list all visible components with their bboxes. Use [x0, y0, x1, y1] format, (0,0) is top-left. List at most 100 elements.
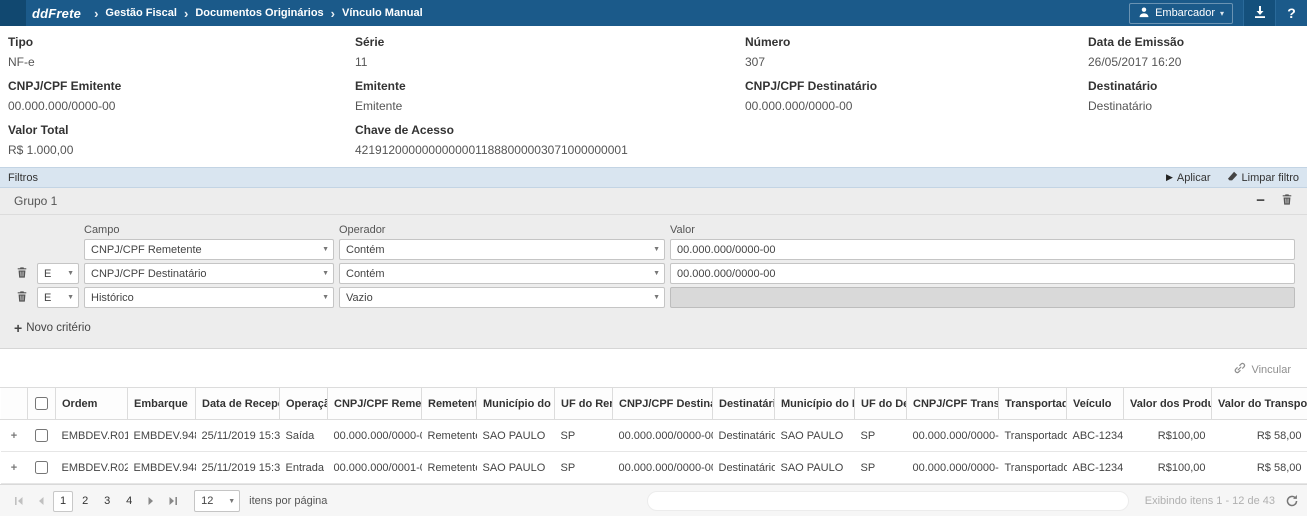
- page-button[interactable]: 3: [97, 491, 117, 512]
- add-criterion-button[interactable]: + Novo critério: [14, 322, 91, 334]
- table-cell: 00.000.000/0000-00: [907, 452, 999, 484]
- connector-select[interactable]: E ▼: [37, 263, 79, 284]
- vincular-label: Vincular: [1251, 364, 1291, 376]
- delete-group-button[interactable]: [1281, 193, 1293, 209]
- field-value: Destinatário: [1088, 99, 1297, 113]
- last-page-button[interactable]: [162, 490, 184, 512]
- table-horizontal-scrollbar[interactable]: [647, 491, 1129, 511]
- info-field: CNPJ/CPF Emitente 00.000.000/0000-00: [8, 79, 355, 113]
- row-checkbox[interactable]: [35, 461, 48, 474]
- column-header[interactable]: Operação: [280, 388, 328, 420]
- column-header[interactable]: Valor dos Produtos: [1124, 388, 1212, 420]
- table-cell: Saída: [280, 420, 328, 452]
- pager-status: Exibindo itens 1 - 12 de 43: [1145, 495, 1275, 507]
- vincular-button[interactable]: Vincular: [1233, 362, 1291, 378]
- delete-criterion-button[interactable]: [12, 290, 32, 306]
- chevron-right-icon: [324, 6, 342, 21]
- topbar: ddFrete Gestão FiscalDocumentos Originár…: [0, 0, 1307, 26]
- column-header[interactable]: Ordem: [56, 388, 128, 420]
- table-row: + EMBDEV.R01_13EMBDEV.9487725/11/2019 15…: [1, 420, 1307, 452]
- connector-select[interactable]: E ▼: [37, 287, 79, 308]
- chevron-down-icon: ▼: [653, 246, 660, 253]
- column-header[interactable]: CNPJ/CPF Transpor...: [907, 388, 999, 420]
- table-row: + EMBDEV.R02_13EMBDEV.9487725/11/2019 15…: [1, 452, 1307, 484]
- table-cell: R$100,00: [1124, 452, 1212, 484]
- table-cell: EMBDEV.R02_13: [56, 452, 128, 484]
- download-button[interactable]: [1243, 0, 1275, 26]
- table-cell: EMBDEV.94877: [128, 452, 196, 484]
- breadcrumb-item[interactable]: Vínculo Manual: [324, 6, 423, 21]
- info-field: Tipo NF-e: [8, 35, 355, 69]
- breadcrumb-item[interactable]: Documentos Originários: [177, 6, 324, 21]
- page-button[interactable]: 4: [119, 491, 139, 512]
- chevron-down-icon: ▼: [653, 270, 660, 277]
- select-all-header[interactable]: [28, 388, 56, 420]
- expand-row-button[interactable]: +: [11, 462, 17, 474]
- column-header[interactable]: CNPJ/CPF Remetente: [328, 388, 422, 420]
- campo-select[interactable]: CNPJ/CPF Remetente ▼: [84, 239, 334, 260]
- delete-criterion-button[interactable]: [12, 266, 32, 282]
- expand-column-header: [1, 388, 28, 420]
- column-header[interactable]: Data de Recepção: [196, 388, 280, 420]
- field-label: Série: [355, 35, 735, 49]
- field-value: 11: [355, 55, 735, 69]
- column-header[interactable]: Valor do Transporte: [1212, 388, 1307, 420]
- field-label: Tipo: [8, 35, 345, 49]
- column-header[interactable]: Remetente: [422, 388, 477, 420]
- next-page-button[interactable]: [140, 490, 162, 512]
- clear-filter-button[interactable]: Limpar filtro: [1227, 171, 1299, 185]
- prev-page-button[interactable]: [30, 490, 52, 512]
- apply-filter-label: Aplicar: [1177, 172, 1211, 184]
- table-cell: R$ 58,00: [1212, 452, 1307, 484]
- user-menu-button[interactable]: Embarcador ▾: [1129, 3, 1233, 24]
- page-size-select[interactable]: 12 ▼: [194, 490, 240, 512]
- column-header[interactable]: UF do De...: [855, 388, 907, 420]
- logo-mark: [0, 0, 26, 26]
- operador-select[interactable]: Vazio ▼: [339, 287, 665, 308]
- column-header[interactable]: CNPJ/CPF Destinatário: [613, 388, 713, 420]
- expand-row-button[interactable]: +: [11, 430, 17, 442]
- info-field: Número 307: [745, 35, 1088, 69]
- column-header[interactable]: Município do Re...: [477, 388, 555, 420]
- row-checkbox[interactable]: [35, 429, 48, 442]
- group-title: Grupo 1: [14, 194, 57, 208]
- refresh-button[interactable]: [1285, 494, 1299, 508]
- table-cell: 00.000.000/0000-00: [907, 420, 999, 452]
- column-header[interactable]: Veículo: [1067, 388, 1124, 420]
- table-cell: SAO PAULO: [477, 452, 555, 484]
- column-header[interactable]: UF do Rem...: [555, 388, 613, 420]
- valor-input[interactable]: [670, 263, 1295, 284]
- select-all-checkbox[interactable]: [35, 397, 48, 410]
- first-page-button[interactable]: [8, 490, 30, 512]
- column-header[interactable]: Destinatário: [713, 388, 775, 420]
- collapse-group-button[interactable]: −: [1256, 196, 1265, 206]
- breadcrumb: Gestão FiscalDocumentos Originários Víncu…: [87, 6, 423, 21]
- campo-select[interactable]: Histórico ▼: [84, 287, 334, 308]
- column-header[interactable]: Município do De...: [775, 388, 855, 420]
- valor-input[interactable]: [670, 287, 1295, 308]
- field-value: NF-e: [8, 55, 345, 69]
- campo-select[interactable]: CNPJ/CPF Destinatário ▼: [84, 263, 334, 284]
- table-cell: R$ 58,00: [1212, 420, 1307, 452]
- table-cell: 25/11/2019 15:37: [196, 420, 280, 452]
- valor-input[interactable]: [670, 239, 1295, 260]
- field-value: 00.000.000/0000-00: [8, 99, 345, 113]
- app-logo: ddFrete: [32, 6, 81, 21]
- link-icon: [1233, 362, 1246, 378]
- apply-filter-button[interactable]: ▶ Aplicar: [1166, 172, 1211, 184]
- breadcrumb-item[interactable]: Gestão Fiscal: [87, 6, 177, 21]
- column-header[interactable]: Transportador: [999, 388, 1067, 420]
- operador-select[interactable]: Contém ▼: [339, 263, 665, 284]
- info-field: Destinatário Destinatário: [1088, 79, 1307, 113]
- operador-select[interactable]: Contém ▼: [339, 239, 665, 260]
- table-cell: 00.000.000/0000-00: [613, 452, 713, 484]
- filter-group: Grupo 1 − Campo Operador Valor ▼ CNPJ/CP…: [0, 188, 1307, 349]
- trash-icon: [1281, 193, 1293, 209]
- breadcrumb-label: Vínculo Manual: [342, 7, 423, 19]
- column-header[interactable]: Embarque: [128, 388, 196, 420]
- page-button[interactable]: 1: [53, 491, 73, 512]
- page-button[interactable]: 2: [75, 491, 95, 512]
- campo-column-label: Campo: [84, 224, 334, 236]
- field-label: CNPJ/CPF Destinatário: [745, 79, 1078, 93]
- help-button[interactable]: ?: [1275, 0, 1307, 26]
